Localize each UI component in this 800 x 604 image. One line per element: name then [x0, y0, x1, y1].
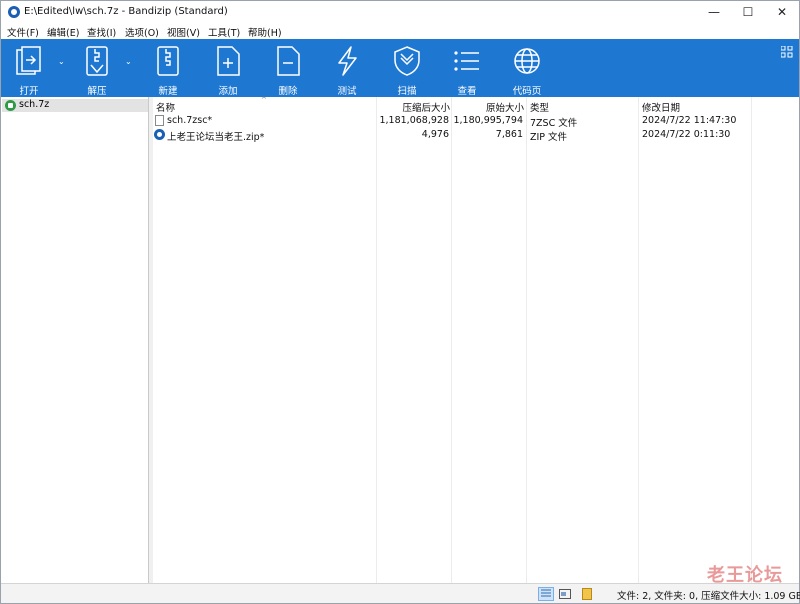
new-archive-label: 新建	[158, 86, 178, 97]
bandizip-app-icon	[8, 6, 20, 18]
modified-date: 2024/7/22 0:11:30	[642, 129, 731, 140]
sort-ascending-icon: ^	[261, 96, 267, 104]
menu-find[interactable]: 查找(I)	[87, 25, 116, 39]
toolbar: 打开 ⌄ 解压 ⌄ 新建 添加 删除 测试 扫描 查看 代码页	[1, 39, 799, 97]
test-icon	[325, 46, 369, 78]
file-list: 名称 ^ 压缩后大小 原始大小 类型 修改日期 sch.7zsc* 1,181,…	[153, 96, 799, 583]
preview-view-icon[interactable]	[557, 587, 573, 601]
archive-root-icon	[5, 100, 16, 111]
column-divider	[451, 97, 452, 583]
bandizip-window: E:\Edited\lw\sch.7z - Bandizip (Standard…	[0, 0, 800, 604]
file-icon	[155, 115, 164, 126]
extract-button[interactable]: 解压	[75, 39, 119, 97]
forum-watermark: 老王论坛	[707, 565, 783, 586]
menu-help[interactable]: 帮助(H)	[248, 25, 282, 39]
column-divider	[526, 97, 527, 583]
open-label: 打开	[19, 86, 39, 97]
details-view-icon[interactable]	[538, 587, 554, 601]
column-header-name[interactable]: 名称	[156, 100, 175, 114]
column-divider	[376, 97, 377, 583]
test-label: 测试	[337, 86, 357, 97]
extract-icon	[75, 46, 119, 78]
menu-options[interactable]: 选项(O)	[125, 25, 159, 39]
bandizip-zip-icon	[154, 129, 165, 140]
scan-label: 扫描	[397, 86, 417, 97]
view-label: 查看	[457, 86, 477, 97]
status-bar: 文件: 2, 文件夹: 0, 压缩文件大小: 1.09 GB	[1, 583, 800, 603]
packed-size: 4,976	[421, 129, 449, 140]
file-type: ZIP 文件	[530, 132, 568, 143]
title-bar: E:\Edited\lw\sch.7z - Bandizip (Standard…	[1, 1, 799, 23]
packed-size: 1,181,068,928	[379, 115, 449, 126]
open-dropdown-arrow[interactable]: ⌄	[58, 57, 65, 66]
table-row[interactable]: sch.7zsc* 1,181,068,928 1,180,995,794 7Z…	[153, 114, 799, 129]
column-header-type[interactable]: 类型	[530, 100, 549, 114]
menu-tools[interactable]: 工具(T)	[208, 25, 240, 39]
file-name: sch.7zsc*	[167, 115, 213, 126]
codepage-label: 代码页	[512, 86, 542, 97]
view-button[interactable]: 查看	[445, 39, 489, 97]
extract-dropdown-arrow[interactable]: ⌄	[125, 57, 132, 66]
modified-date: 2024/7/22 11:47:30	[642, 115, 737, 126]
column-header-packed-size[interactable]: 压缩后大小	[378, 100, 450, 114]
menu-file[interactable]: 文件(F)	[7, 25, 39, 39]
new-archive-icon	[146, 46, 190, 78]
table-row[interactable]: 上老王论坛当老王.zip* 4,976 7,861 ZIP 文件 2024/7/…	[153, 128, 799, 143]
menu-bar: 文件(F) 编辑(E) 查找(I) 选项(O) 视图(V) 工具(T) 帮助(H…	[1, 23, 799, 39]
codepage-globe-icon	[505, 46, 549, 78]
delete-label: 删除	[278, 86, 298, 97]
codepage-button[interactable]: 代码页	[505, 39, 549, 97]
original-size: 1,180,995,794	[453, 115, 523, 126]
file-name: 上老王论坛当老王.zip*	[167, 132, 265, 143]
column-divider	[638, 97, 639, 583]
tree-item-archive[interactable]: sch.7z	[2, 99, 148, 112]
add-label: 添加	[218, 86, 238, 97]
add-icon	[206, 46, 250, 78]
original-size: 7,861	[495, 129, 523, 140]
open-button[interactable]: 打开	[7, 39, 51, 97]
folder-tree: sch.7z	[1, 97, 149, 583]
menu-edit[interactable]: 编辑(E)	[47, 25, 79, 39]
window-title: E:\Edited\lw\sch.7z - Bandizip (Standard…	[24, 6, 228, 17]
column-header-original-size[interactable]: 原始大小	[453, 100, 524, 114]
scan-button[interactable]: 扫描	[385, 39, 429, 97]
add-button[interactable]: 添加	[206, 39, 250, 97]
test-button[interactable]: 测试	[325, 39, 369, 97]
new-archive-button[interactable]: 新建	[146, 39, 190, 97]
scan-shield-icon	[385, 46, 429, 78]
maximize-button[interactable]: ☐	[731, 1, 765, 23]
file-type: 7ZSC 文件	[530, 118, 578, 129]
close-button[interactable]: ✕	[765, 1, 799, 23]
tree-item-label: sch.7z	[19, 99, 50, 110]
folder-panel-icon[interactable]	[579, 587, 595, 601]
status-summary: 文件: 2, 文件夹: 0, 压缩文件大小: 1.09 GB	[617, 591, 800, 602]
layout-grid-icon[interactable]	[780, 45, 793, 58]
delete-button[interactable]: 删除	[266, 39, 310, 97]
column-header-modified[interactable]: 修改日期	[642, 100, 680, 114]
menu-view[interactable]: 视图(V)	[167, 25, 200, 39]
view-list-icon	[445, 46, 489, 78]
open-icon	[7, 46, 51, 78]
column-divider	[751, 97, 752, 583]
delete-icon	[266, 46, 310, 78]
minimize-button[interactable]: —	[697, 1, 731, 23]
extract-label: 解压	[87, 86, 107, 97]
